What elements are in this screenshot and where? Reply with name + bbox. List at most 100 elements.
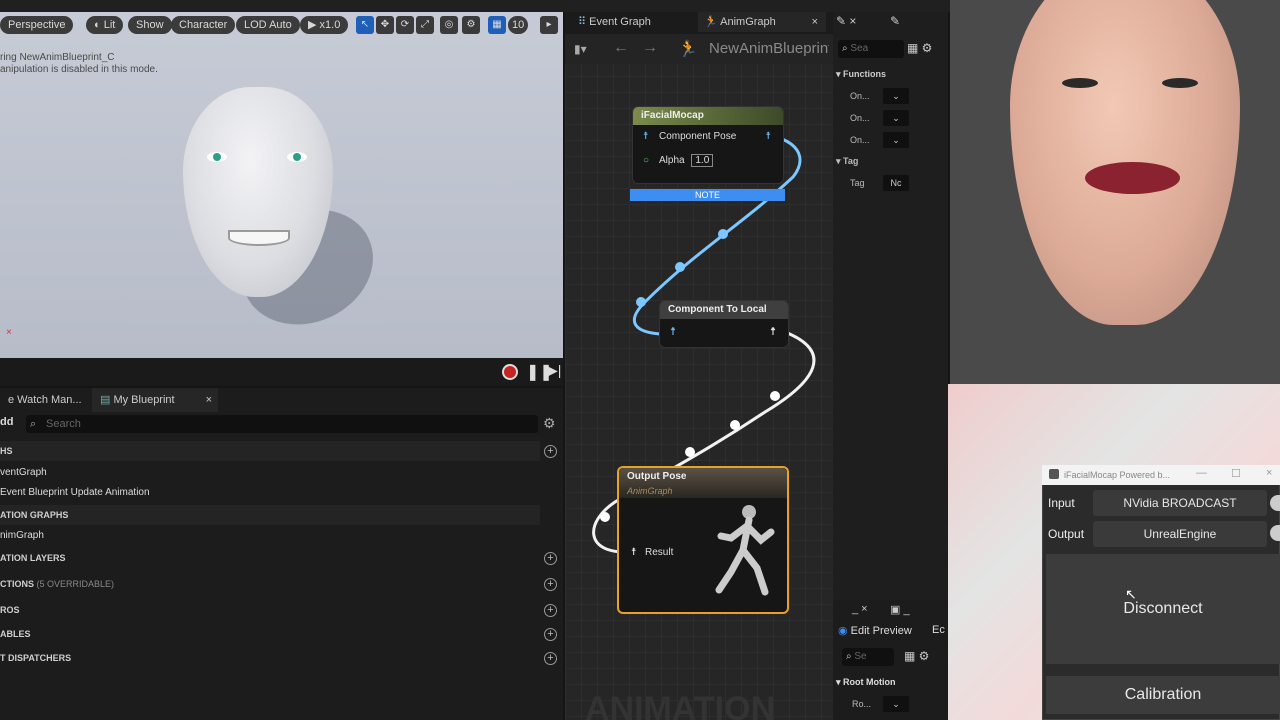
alpha-input[interactable]: 1.0 [691, 154, 714, 167]
close-icon[interactable]: × [812, 12, 818, 32]
float-pin-icon: ○ [643, 155, 650, 166]
tab-my-blueprint[interactable]: ▤ My Blueprint × [92, 388, 218, 412]
add-dispatcher-icon[interactable]: + [544, 652, 557, 665]
node-component-to-local[interactable]: Component To Local ☨ ☨ [659, 300, 789, 348]
fn-dropdown-2[interactable]: ⌄ [883, 110, 909, 126]
section-graphs[interactable]: HS [0, 441, 540, 461]
add-button[interactable]: dd [0, 416, 13, 428]
details-search-input[interactable]: ⌕ Sea [838, 40, 904, 58]
section-animation-layers[interactable]: ATION LAYERS [0, 548, 540, 568]
input-source-dropdown[interactable]: NVidia BROADCAST [1093, 490, 1267, 516]
window-close-icon[interactable]: × [1266, 467, 1272, 479]
root-motion-row[interactable]: Ro... [852, 694, 871, 714]
grid-icon[interactable]: ▦ [488, 16, 506, 34]
pin-alpha[interactable]: ○ Alpha 1.0 [633, 149, 783, 173]
section-animation-graphs[interactable]: ATION GRAPHS [0, 505, 540, 525]
node-ifacialmocap[interactable]: iFacialMocap ☨ Component Pose ☨ ○ Alpha 1.0 [632, 106, 784, 184]
show-button[interactable]: Show [128, 16, 172, 34]
output-info-icon[interactable] [1270, 525, 1280, 541]
rotate-icon[interactable]: ⟳ [396, 16, 414, 34]
calibration-button[interactable]: Calibration [1046, 676, 1280, 714]
right-eye [1162, 78, 1198, 88]
pencil-icon-2[interactable]: ✎ [890, 14, 900, 28]
pencil-icon[interactable]: ✎ × [836, 14, 856, 28]
add-function-icon[interactable]: + [544, 578, 557, 591]
fn-dropdown-3[interactable]: ⌄ [883, 132, 909, 148]
mocap-face-preview [950, 0, 1280, 384]
tag-section[interactable]: ▾ Tag [836, 151, 858, 171]
grid-size[interactable]: 10 [508, 16, 529, 34]
minimize-icon[interactable]: — [1196, 467, 1207, 479]
play-icon: ▶ [308, 19, 320, 31]
edit-defaults-option[interactable]: Ec [932, 624, 945, 636]
fn-row-2[interactable]: On... [850, 108, 870, 128]
fn-dropdown-1[interactable]: ⌄ [883, 88, 909, 104]
add-layer-icon[interactable]: + [544, 552, 557, 565]
running-figure-icon [715, 505, 775, 596]
section-functions[interactable]: CTIONS (5 OVERRIDABLE) [0, 574, 540, 594]
fn-row-1[interactable]: On... [850, 86, 870, 106]
tag-input[interactable]: Nc [883, 175, 909, 191]
pose-out-pin-icon[interactable]: ☨ [766, 125, 771, 149]
playback-bar [0, 358, 563, 386]
node-output-pose[interactable]: Output Pose AnimGraph ☨ Result [617, 466, 789, 614]
edit-preview-option[interactable]: ◉ Edit Preview [838, 624, 912, 637]
add-variable-icon[interactable]: + [544, 628, 557, 641]
tab-event-graph[interactable]: ⠿ Event Graph [572, 12, 657, 32]
tab-watch-manager[interactable]: e Watch Man... [0, 388, 90, 412]
preview-close-icon[interactable]: _ × [852, 603, 868, 615]
result-pin-icon: ☨ [631, 547, 637, 558]
lit-button[interactable]: ◐ Lit [86, 16, 124, 34]
list-item-animgraph[interactable]: nimGraph [0, 526, 540, 546]
root-motion-section[interactable]: ▾ Root Motion [836, 672, 896, 692]
bookmark-icon[interactable]: ▮▾ [574, 42, 587, 56]
tab-animgraph[interactable]: 🏃 AnimGraph × [698, 12, 826, 32]
maximize-icon[interactable]: ☐ [1231, 467, 1241, 480]
back-arrow-icon[interactable]: ← [613, 39, 629, 57]
section-variables[interactable]: ABLES [0, 624, 540, 644]
pin-result[interactable]: ☨ Result [619, 541, 673, 565]
blueprint-search-input[interactable]: ⌕ Search [26, 415, 538, 433]
character-button[interactable]: Character [171, 16, 236, 34]
app-title-bar: iFacialMocap Powered b... [1042, 465, 1280, 485]
pose-out-pin-icon[interactable]: ☨ [770, 325, 776, 338]
list-item-update-animation[interactable]: Event Blueprint Update Animation [0, 483, 540, 503]
world-icon[interactable]: ◎ [440, 16, 458, 34]
section-macros[interactable]: ROS [0, 600, 540, 620]
close-icon[interactable]: × [206, 388, 212, 412]
list-item-eventgraph[interactable]: ventGraph [0, 463, 540, 483]
section-event-dispatchers[interactable]: T DISPATCHERS [0, 648, 540, 668]
functions-section[interactable]: ▾ Functions [836, 64, 886, 84]
root-motion-dropdown[interactable]: ⌄ [883, 696, 909, 712]
grid-view-icon[interactable]: ▦ ⚙ [907, 41, 932, 55]
scale-icon[interactable]: ⤢ [416, 16, 434, 34]
input-info-icon[interactable] [1270, 495, 1280, 511]
move-icon[interactable]: ✥ [376, 16, 394, 34]
node-title: Component To Local [660, 301, 788, 319]
animation-preview-viewport[interactable]: ring NewAnimBlueprint_C anipulation is d… [0, 12, 563, 358]
pose-in-pin-icon[interactable]: ☨ [670, 325, 676, 338]
add-macro-icon[interactable]: + [544, 604, 557, 617]
viewport-message: ring NewAnimBlueprint_C anipulation is d… [0, 52, 158, 75]
add-graph-icon[interactable]: + [544, 445, 557, 458]
disconnect-button[interactable]: Disconnect [1046, 554, 1280, 664]
forward-arrow-icon[interactable]: → [642, 39, 658, 57]
preview-search-input[interactable]: ⌕ Se [842, 648, 894, 666]
select-icon[interactable]: ↖ [356, 16, 374, 34]
node-note-bar[interactable]: NOTE [630, 189, 785, 201]
record-button[interactable] [502, 364, 518, 380]
graph-breadcrumb: NewAnimBlueprint [709, 40, 829, 57]
more-icon[interactable]: ▸ [540, 16, 558, 34]
lod-button[interactable]: LOD Auto [236, 16, 300, 34]
fn-row-3[interactable]: On... [850, 130, 870, 150]
step-forward-button[interactable]: ▶| [547, 362, 561, 379]
perspective-button[interactable]: Perspective [0, 16, 74, 34]
grid-view-icon-2[interactable]: ▦ ⚙ [904, 649, 929, 663]
pin-component-pose[interactable]: ☨ Component Pose ☨ [633, 125, 783, 149]
output-target-dropdown[interactable]: UnrealEngine [1093, 521, 1267, 547]
snap-icon[interactable]: ⚙ [462, 16, 480, 34]
node-title: iFacialMocap [633, 107, 783, 125]
settings-gear-icon[interactable]: ⚙ [543, 415, 556, 432]
right-eye [287, 152, 307, 162]
play-rate-button[interactable]: ▶ x1.0 [300, 16, 349, 34]
